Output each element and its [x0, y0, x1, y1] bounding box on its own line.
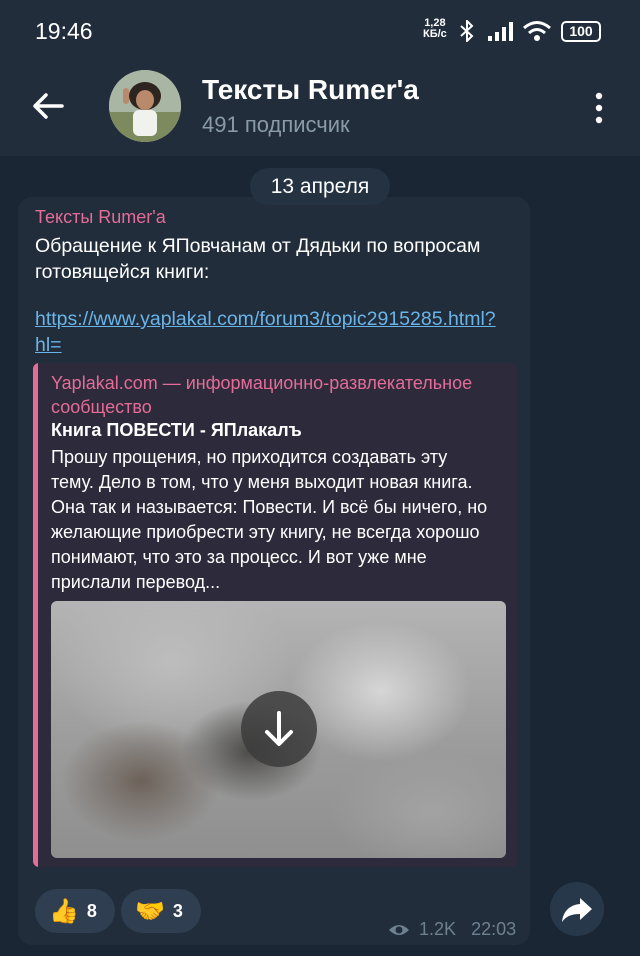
- message-time: 22:03: [471, 919, 517, 939]
- arrow-left-icon[interactable]: [28, 86, 68, 126]
- preview-image[interactable]: [51, 601, 506, 858]
- link-preview[interactable]: Yaplakal.com — информационно-развлекател…: [33, 363, 518, 867]
- message-text: Обращение к ЯПовчанам от Дядьки по вопро…: [35, 235, 481, 283]
- channel-title: Тексты Rumer'a: [202, 74, 419, 105]
- preview-accent-bar: [33, 363, 38, 867]
- message-bubble[interactable]: Тексты Rumer'a Обращение к ЯПовчанам от …: [18, 197, 530, 945]
- status-bar: 19:46 1,28 КБ/с 100: [0, 0, 640, 60]
- eye-icon: [389, 925, 409, 936]
- share-arrow-icon: [562, 898, 592, 922]
- date-separator: 13 апреля: [250, 168, 390, 205]
- arrow-down-icon: [265, 711, 293, 746]
- message-author[interactable]: Тексты Rumer'a: [35, 207, 166, 228]
- avatar-image: [109, 70, 181, 142]
- reaction-count: 3: [172, 900, 183, 921]
- net-speed: 1,28 КБ/с: [423, 18, 447, 40]
- preview-site-name: Yaplakal.com — информационно-развлекател…: [51, 373, 473, 417]
- signal-icon: [488, 22, 513, 41]
- download-button[interactable]: [241, 691, 317, 767]
- more-vertical-icon[interactable]: [588, 90, 610, 126]
- battery-icon: 100: [561, 21, 601, 42]
- message-meta: 1.2K 22:03: [388, 919, 516, 940]
- status-time: 19:46: [35, 18, 93, 44]
- bluetooth-icon: [460, 20, 474, 42]
- reaction-count: 8: [86, 900, 97, 921]
- wifi-icon: [523, 21, 551, 41]
- preview-description: Прошу прощения, но приходится создавать …: [51, 447, 488, 592]
- view-count: 1.2K: [419, 919, 457, 939]
- handshake-icon: 🤝: [135, 897, 165, 925]
- reaction-handshake[interactable]: 🤝 3: [121, 889, 201, 933]
- reaction-thumbs-up[interactable]: 👍 8: [35, 889, 115, 933]
- share-button[interactable]: [550, 882, 604, 936]
- subscriber-count: 491 подписчик: [202, 112, 350, 137]
- top-bar: 19:46 1,28 КБ/с 100 Тексты Rumer'a 491 п…: [0, 0, 640, 156]
- net-speed-unit: КБ/с: [423, 28, 447, 40]
- preview-title: Книга ПОВЕСТИ - ЯПлакалъ: [51, 420, 302, 440]
- avatar[interactable]: [109, 70, 181, 142]
- chat-header[interactable]: Тексты Rumer'a 491 подписчик: [0, 60, 640, 156]
- thumbs-up-icon: 👍: [49, 897, 79, 925]
- message-link[interactable]: https://www.yaplakal.com/forum3/topic291…: [35, 306, 505, 358]
